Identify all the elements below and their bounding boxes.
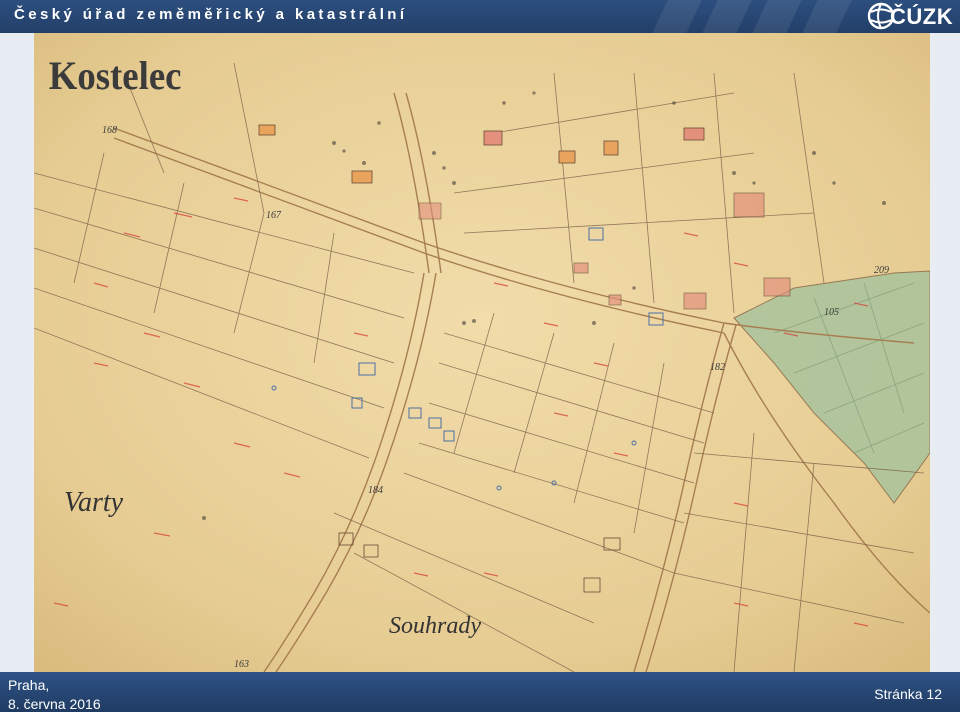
cuzk-logo: ČÚZK bbox=[866, 1, 958, 31]
footer-date: 8. června 2016 bbox=[8, 696, 101, 712]
label-varty: Varty bbox=[64, 487, 124, 518]
parcel-number: 168 bbox=[102, 125, 117, 136]
label-souhrady: Souhrady bbox=[389, 613, 481, 639]
parcel-number: 163 bbox=[234, 659, 249, 670]
footer-place: Praha, bbox=[8, 677, 50, 693]
logo-text: ČÚZK bbox=[890, 4, 954, 29]
cadastral-map: Kostelec Varty Souhrady 168 167 182 184 … bbox=[34, 33, 930, 672]
header-decoration bbox=[640, 0, 870, 33]
label-kostelec: Kostelec bbox=[49, 55, 182, 99]
parcel-number: 167 bbox=[266, 210, 282, 221]
right-margin bbox=[930, 33, 960, 672]
parcel-number: 182 bbox=[710, 362, 725, 373]
header-title: Český úřad zeměměřický a katastrální bbox=[14, 6, 408, 23]
parcel-number: 209 bbox=[874, 265, 889, 276]
left-margin bbox=[0, 33, 34, 672]
header-bar: Český úřad zeměměřický a katastrální ČÚZ… bbox=[0, 0, 960, 33]
parcel-number: 184 bbox=[368, 485, 383, 496]
page-number: Stránka 12 bbox=[874, 686, 942, 702]
parcel-number: 105 bbox=[824, 307, 839, 318]
footer-bar: Praha, 8. června 2016 Stránka 12 bbox=[0, 672, 960, 712]
map-drawing: Kostelec Varty Souhrady 168 167 182 184 … bbox=[34, 33, 930, 672]
